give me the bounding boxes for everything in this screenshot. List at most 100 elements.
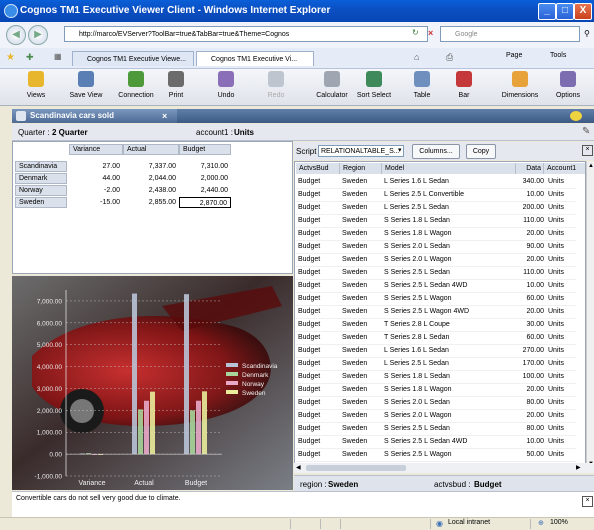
row-header-norway[interactable]: Norway — [15, 185, 67, 196]
connection-button[interactable]: Connection — [114, 71, 158, 105]
crosstab-cell[interactable]: -15.00 — [69, 197, 123, 208]
stop-icon[interactable]: × — [428, 28, 433, 38]
close-window-button[interactable]: X — [574, 3, 592, 20]
row-header-denmark[interactable]: Denmark — [15, 173, 67, 184]
minimize-button[interactable]: _ — [538, 3, 556, 20]
actvsbud-filter-value[interactable]: Budget — [474, 480, 502, 489]
scroll-thumb[interactable] — [306, 465, 406, 471]
folder-open-icon[interactable] — [570, 111, 582, 121]
comment-text[interactable]: Convertible cars do not sell very good d… — [16, 495, 181, 502]
sort-select-button[interactable]: Sort Select — [352, 71, 396, 105]
table-row[interactable]: Budget Sweden S Series 2.5 L Sedan 4WD 10.0… — [296, 279, 576, 293]
maximize-button[interactable]: □ — [556, 3, 574, 20]
column-header-actual[interactable]: Actual — [123, 144, 179, 155]
table-row[interactable]: Budget Sweden T Series 2.8 L Coupe 30.00 Uni… — [296, 318, 576, 332]
favorites-star-icon[interactable]: ★ — [6, 52, 15, 63]
crosstab-cell[interactable]: 2,440.00 — [179, 185, 231, 196]
tab-executive-viewer-2[interactable]: Cognos TM1 Executive Vi... — [196, 51, 314, 66]
table-row[interactable]: Budget Sweden S Series 2.5 L Sedan 80.00 Uni… — [296, 422, 576, 436]
crosstab-cell[interactable]: 44.00 — [69, 173, 123, 184]
scroll-right-icon[interactable]: ▶ — [576, 464, 581, 471]
page-menu[interactable]: Page — [506, 52, 522, 59]
undo-button[interactable]: Undo — [204, 71, 248, 105]
bar-button[interactable]: Bar — [442, 71, 486, 105]
back-icon[interactable]: ◀ — [6, 25, 26, 45]
table-row[interactable]: Budget Sweden S Series 2.5 L Sedan 110.00 Un… — [296, 266, 576, 280]
crosstab-cell[interactable]: 2,855.00 — [123, 197, 179, 208]
print-browser-icon[interactable]: ⎙ — [446, 52, 453, 63]
scroll-up-icon[interactable]: ▲ — [588, 163, 594, 169]
column-header-variance[interactable]: Variance — [69, 144, 123, 155]
table-row[interactable]: Budget Sweden S Series 1.8 L Wagon 20.00 Uni… — [296, 227, 576, 241]
table-row[interactable]: Budget Sweden S Series 2.5 L Wagon 4WD 20.0… — [296, 305, 576, 319]
home-icon[interactable]: ⌂ — [414, 52, 419, 62]
bar[interactable] — [150, 391, 155, 455]
chevron-down-icon[interactable]: ▾ — [398, 146, 402, 154]
tools-menu[interactable]: Tools — [550, 52, 566, 59]
print-button[interactable]: Print — [154, 71, 198, 105]
zoom-level[interactable]: 100% — [550, 519, 568, 526]
bar[interactable] — [196, 400, 201, 455]
quick-tabs-icon[interactable]: ▦ — [54, 52, 62, 61]
scroll-left-icon[interactable]: ◀ — [296, 464, 301, 471]
vertical-scrollbar[interactable]: ▲ ▼ — [586, 161, 594, 473]
options-button[interactable]: Options — [546, 71, 590, 105]
header-region[interactable]: Region — [340, 163, 382, 174]
crosstab-cell[interactable]: 7,310.00 — [179, 161, 231, 172]
table-row[interactable]: Budget Sweden S Series 1.8 L Sedan 110.00 Un… — [296, 214, 576, 228]
table-button[interactable]: Table — [400, 71, 444, 105]
bar[interactable] — [138, 409, 143, 455]
table-row[interactable]: Budget Sweden S Series 1.8 L Sedan 100.00 Un… — [296, 370, 576, 384]
table-row[interactable]: Budget Sweden S Series 2.0 L Sedan 80.00 Uni… — [296, 396, 576, 410]
table-row[interactable]: Budget Sweden S Series 2.0 L Wagon 20.00 Uni… — [296, 253, 576, 267]
table-row[interactable]: Budget Sweden L Series 1.6 L Sedan 340.00 Un… — [296, 175, 576, 189]
forward-icon[interactable]: ▶ — [28, 25, 48, 45]
account-filter-value[interactable]: Units — [234, 128, 254, 137]
crosstab-cell[interactable]: 2,044.00 — [123, 173, 179, 184]
column-header-budget[interactable]: Budget — [179, 144, 231, 155]
bar[interactable] — [202, 391, 207, 455]
refresh-icon[interactable]: ↻ — [412, 28, 419, 37]
bar[interactable] — [144, 400, 149, 455]
views-button[interactable]: Views — [14, 71, 58, 105]
calculator-button[interactable]: Calculator — [310, 71, 354, 105]
bar[interactable] — [184, 294, 189, 455]
table-row[interactable]: Budget Sweden L Series 2.5 L Sedan 170.00 Un… — [296, 357, 576, 371]
copy-button[interactable]: Copy — [466, 144, 496, 159]
window-title-bar[interactable]: Cognos TM1 Executive Viewer Client - Win… — [0, 0, 594, 22]
search-input[interactable]: Google — [440, 26, 580, 42]
crosstab-cell[interactable]: 2,000.00 — [179, 173, 231, 184]
table-row[interactable]: Budget Sweden S Series 2.5 L Sedan 4WD 10.0… — [296, 435, 576, 449]
quarter-filter-value[interactable]: 2 Quarter — [52, 128, 88, 137]
redo-button[interactable]: Redo — [254, 71, 298, 105]
close-pane-icon[interactable]: × — [582, 145, 593, 156]
crosstab-cell-selected[interactable]: 2,870.00 — [179, 197, 231, 208]
header-model[interactable]: Model — [382, 163, 516, 174]
columns-button[interactable]: Columns... — [412, 144, 460, 159]
close-tab-icon[interactable]: × — [162, 109, 167, 123]
horizontal-scrollbar[interactable]: ◀ ▶ — [294, 463, 594, 473]
bar[interactable] — [132, 293, 137, 455]
table-row[interactable]: Budget Sweden S Series 2.5 L Wagon 50.00 Uni… — [296, 448, 576, 462]
table-row[interactable]: Budget Sweden L Series 1.6 L Sedan 270.00 Un… — [296, 344, 576, 358]
crosstab-cell[interactable]: 27.00 — [69, 161, 123, 172]
table-row[interactable]: Budget Sweden S Series 2.0 L Wagon 20.00 Uni… — [296, 409, 576, 423]
region-filter-value[interactable]: Sweden — [328, 480, 358, 489]
search-icon[interactable]: ⚲ — [584, 29, 590, 38]
tab-executive-viewer-1[interactable]: Cognos TM1 Executive Viewe... — [72, 51, 194, 66]
table-row[interactable]: Budget Sweden S Series 1.8 L Wagon 20.00 Uni… — [296, 383, 576, 397]
add-favorite-icon[interactable]: ✚ — [26, 52, 34, 63]
crosstab-cell[interactable]: -2.00 — [69, 185, 123, 196]
header-account1[interactable]: Account1 — [544, 163, 585, 174]
header-actvsbud[interactable]: ActvsBud — [296, 163, 340, 174]
row-header-sweden[interactable]: Sweden — [15, 197, 67, 208]
url-input[interactable]: http://marco/EVServer?ToolBar=true&TabBa… — [64, 26, 428, 42]
table-row[interactable]: Budget Sweden L Series 2.5 L Convertible 10… — [296, 188, 576, 202]
table-row[interactable]: Budget Sweden S Series 2.0 L Sedan 90.00 Uni… — [296, 240, 576, 254]
script-select[interactable]: RELATIONALTABLE_S... — [318, 145, 404, 157]
header-data[interactable]: Data — [516, 163, 544, 174]
row-header-scandinavia[interactable]: Scandinavia — [15, 161, 67, 172]
save-view-button[interactable]: Save View — [64, 71, 108, 105]
table-row[interactable]: Budget Sweden T Series 2.8 L Sedan 60.00 Uni… — [296, 331, 576, 345]
table-row[interactable]: Budget Sweden L Series 2.5 L Sedan 200.00 Un… — [296, 201, 576, 215]
